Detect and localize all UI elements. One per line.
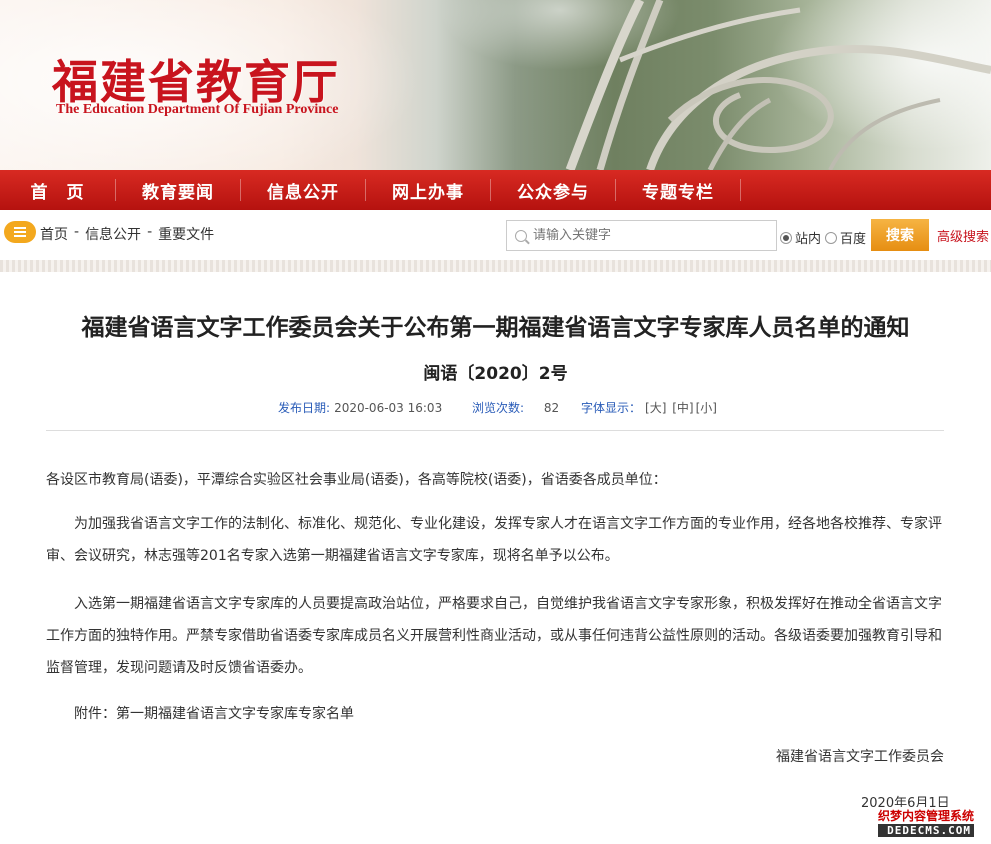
decorative-stripe (0, 260, 991, 272)
breadcrumb-separator: - (74, 224, 80, 240)
font-large-button[interactable]: [大] (645, 401, 666, 415)
nav-divider (740, 179, 741, 201)
nav-item-education-news[interactable]: 教育要闻 (116, 170, 240, 210)
watermark: 织梦内容管理系统 DEDECMS.COM (878, 807, 975, 837)
breadcrumb-important-documents[interactable]: 重要文件 (158, 224, 214, 244)
nav-item-special-topics[interactable]: 专题专栏 (616, 170, 740, 210)
search-input[interactable] (533, 228, 763, 243)
nav-item-public-participation[interactable]: 公众参与 (491, 170, 615, 210)
main-nav: 首 页 教育要闻 信息公开 网上办事 公众参与 专题专栏 (0, 170, 991, 210)
breadcrumb-info-disclosure[interactable]: 信息公开 (85, 224, 141, 244)
scope-radio-site[interactable]: 站内 (780, 228, 821, 247)
search-button[interactable]: 搜索 (871, 219, 929, 251)
breadcrumb: 首页 - 信息公开 - 重要文件 (40, 224, 214, 244)
view-count-label: 浏览次数: (472, 401, 525, 415)
font-small-button[interactable]: [小] (696, 401, 717, 415)
article-signature: 福建省语言文字工作委员会 (776, 749, 944, 765)
divider (46, 430, 944, 431)
attachment-link[interactable]: 附件：第一期福建省语言文字专家库专家名单 (46, 698, 944, 730)
article-paragraph: 入选第一期福建省语言文字专家库的人员要提高政治站位，严格要求自己，自觉维护我省语… (46, 596, 942, 676)
highway-interchange-image (565, 0, 991, 170)
article-meta: 发布日期: 2020-06-03 16:03 浏览次数: 82 字体显示： [大] … (0, 399, 991, 416)
search-icon (515, 229, 527, 242)
breadcrumb-home[interactable]: 首页 (40, 224, 68, 244)
scope-radio-baidu[interactable]: 百度 (825, 228, 866, 247)
site-logo-subtitle: The Education Department Of Fujian Provi… (56, 102, 339, 117)
font-medium-button[interactable]: [中] (672, 401, 693, 415)
header-banner: 福建省教育厅 The Education Department Of Fujia… (0, 0, 991, 170)
view-count: 82 (543, 401, 560, 415)
watermark-domain: DEDECMS.COM (878, 824, 975, 837)
search-box (506, 220, 777, 251)
list-icon (4, 221, 36, 243)
publish-date: 2020-06-03 16:03 (334, 401, 443, 415)
nav-item-home[interactable]: 首 页 (0, 170, 115, 210)
advanced-search-link[interactable]: 高级搜索 (937, 226, 989, 245)
nav-item-info-disclosure[interactable]: 信息公开 (241, 170, 365, 210)
nav-item-online-services[interactable]: 网上办事 (366, 170, 490, 210)
scope-radio-site-label: 站内 (795, 232, 822, 247)
breadcrumb-separator: - (147, 224, 153, 240)
document-number: 闽语〔2020〕2号 (423, 364, 568, 384)
publish-date-label: 发布日期: (278, 401, 331, 415)
article-paragraph: 各设区市教育局(语委)，平潭综合实验区社会事业局(语委)，各高等院校(语委)，省… (46, 472, 667, 488)
article-paragraph: 为加强我省语言文字工作的法制化、标准化、规范化、专业化建设，发挥专家人才在语言文… (46, 516, 942, 564)
font-size-label: 字体显示： (581, 401, 642, 415)
scope-radio-baidu-label: 百度 (840, 232, 867, 247)
article-title: 福建省语言文字工作委员会关于公布第一期福建省语言文字专家库人员名单的通知 (81, 315, 910, 341)
watermark-text: 织梦内容管理系统 (878, 807, 975, 824)
radio-unchecked-icon (825, 231, 837, 244)
radio-checked-icon (780, 231, 792, 244)
